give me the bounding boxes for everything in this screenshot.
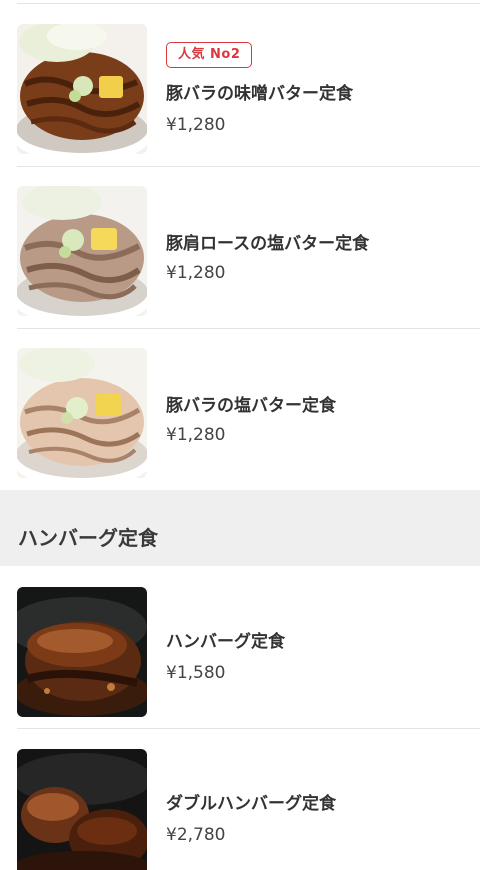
menu-item-pork-shoulder-salt-butter[interactable]: 豚肩ロースの塩バター定食 ¥1,280 [0, 167, 480, 329]
item-price: ¥2,780 [166, 825, 226, 845]
food-photo [17, 587, 147, 717]
food-photo [17, 24, 147, 154]
item-price: ¥1,580 [166, 663, 226, 683]
item-name: ダブルハンバーグ定食 [166, 794, 336, 814]
menu-item-pork-belly-salt-butter[interactable]: 豚バラの塩バター定食 ¥1,280 [0, 329, 480, 491]
item-name: ハンバーグ定食 [166, 632, 285, 652]
item-name: 豚バラの塩バター定食 [166, 396, 336, 416]
item-name: 豚肩ロースの塩バター定食 [166, 234, 370, 254]
item-name: 豚バラの味噌バター定食 [166, 84, 353, 104]
divider [17, 3, 480, 4]
menu-item-pork-belly-miso-butter[interactable]: 人気 No2 豚バラの味噌バター定食 ¥1,280 [0, 5, 480, 167]
popularity-badge: 人気 No2 [166, 42, 253, 68]
food-photo [17, 749, 147, 870]
section-header: ハンバーグ定食 [0, 490, 480, 566]
food-photo [17, 186, 147, 316]
menu-item-double-hamburg-steak[interactable]: ダブルハンバーグ定食 ¥2,780 [0, 729, 480, 870]
item-price: ¥1,280 [166, 115, 226, 135]
item-price: ¥1,280 [166, 263, 226, 283]
item-price: ¥1,280 [166, 425, 226, 445]
section-title: ハンバーグ定食 [18, 526, 158, 550]
food-photo [17, 348, 147, 478]
menu-list: 人気 No2 豚バラの味噌バター定食 ¥1,280 豚肩ロースの塩バター定食 ¥… [0, 0, 480, 870]
menu-item-hamburg-steak[interactable]: ハンバーグ定食 ¥1,580 [0, 567, 480, 729]
